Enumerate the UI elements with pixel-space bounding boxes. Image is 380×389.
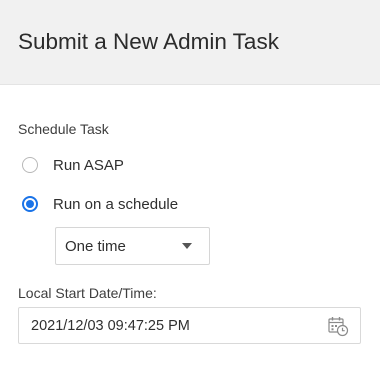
start-datetime-input[interactable]: 2021/12/03 09:47:25 PM: [18, 307, 361, 344]
start-datetime-label: Local Start Date/Time:: [18, 285, 157, 301]
run-on-schedule-label[interactable]: Run on a schedule: [53, 196, 178, 213]
dialog-header: Submit a New Admin Task: [0, 0, 380, 85]
run-on-schedule-radio[interactable]: [22, 196, 38, 212]
frequency-select-value: One time: [65, 238, 126, 255]
dialog-title: Submit a New Admin Task: [18, 29, 279, 54]
run-asap-label[interactable]: Run ASAP: [53, 157, 124, 174]
run-asap-option[interactable]: Run ASAP: [22, 154, 124, 176]
run-on-schedule-option[interactable]: Run on a schedule: [22, 193, 178, 215]
run-asap-radio[interactable]: [22, 157, 38, 173]
chevron-down-icon: [182, 243, 192, 249]
schedule-task-label: Schedule Task: [18, 121, 109, 137]
frequency-select[interactable]: One time: [55, 227, 210, 265]
start-datetime-value: 2021/12/03 09:47:25 PM: [31, 318, 190, 334]
calendar-clock-icon[interactable]: [327, 315, 349, 337]
